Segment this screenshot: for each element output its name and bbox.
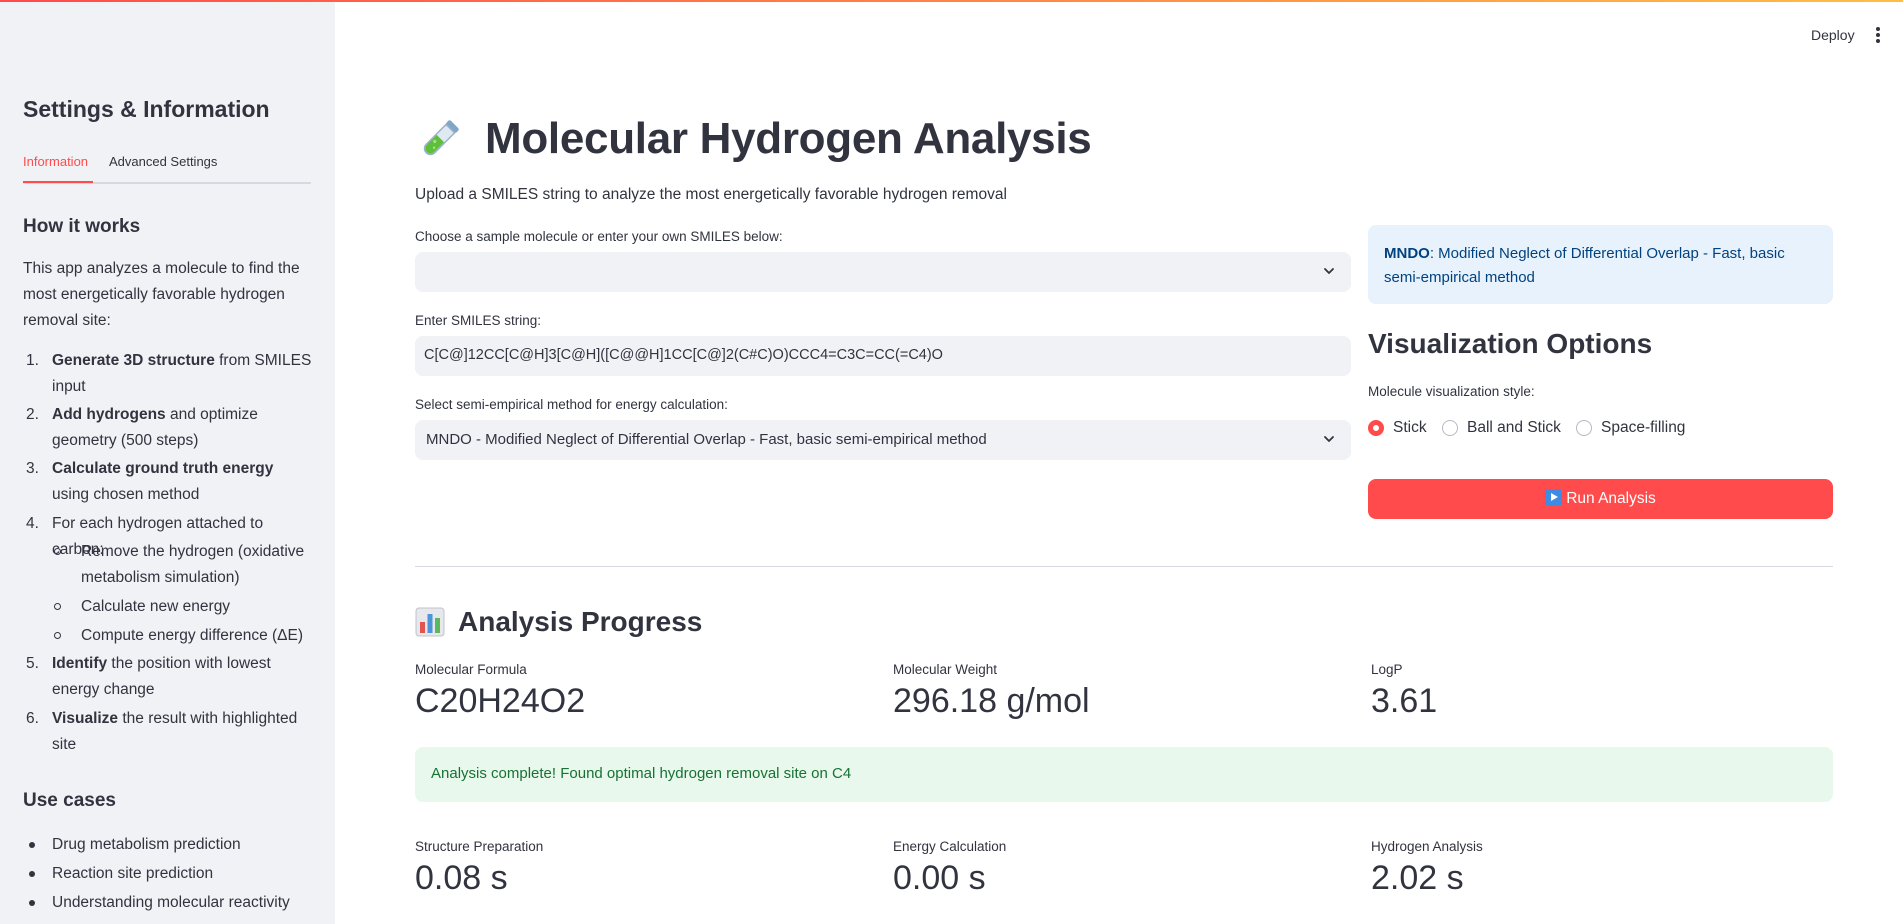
visualization-style-label: Molecule visualization style:: [1368, 384, 1535, 399]
bullet-icon: [54, 548, 61, 555]
how-it-works-heading: How it works: [23, 216, 141, 237]
page-title-text: Molecular Hydrogen Analysis: [485, 114, 1092, 163]
method-info-box: MNDO: Modified Neglect of Differential O…: [1368, 225, 1833, 304]
smiles-input[interactable]: C[C@]12CC[C@H]3[C@H]([C@@H]1CC[C@]2(C#C)…: [415, 336, 1351, 376]
method-select[interactable]: MNDO - Modified Neglect of Differential …: [415, 420, 1351, 460]
sidebar: Settings & Information Information Advan…: [0, 0, 335, 924]
visualization-heading: Visualization Options: [1368, 328, 1653, 359]
tab-information[interactable]: Information: [23, 154, 88, 169]
bullet-icon: [29, 842, 35, 848]
smiles-input-value: C[C@]12CC[C@H]3[C@H]([C@@H]1CC[C@]2(C#C)…: [424, 347, 943, 363]
header-decoration-bar: [0, 0, 1903, 2]
page-subtitle: Upload a SMILES string to analyze the mo…: [415, 186, 1007, 203]
run-analysis-button[interactable]: Run Analysis: [1368, 479, 1833, 519]
play-button-icon: [1545, 489, 1563, 506]
sidebar-title: Settings & Information: [23, 96, 270, 122]
sidebar-tabs: Information Advanced Settings: [23, 150, 311, 184]
smiles-input-label: Enter SMILES string:: [415, 313, 542, 328]
success-alert: Analysis complete! Found optimal hydroge…: [415, 747, 1833, 802]
bullet-icon: [54, 632, 61, 639]
how-it-works-intro: This app analyzes a molecule to find the…: [23, 260, 300, 329]
sample-select-label: Choose a sample molecule or enter your o…: [415, 229, 783, 244]
bullet-icon: [29, 900, 35, 906]
bar-chart-icon: [415, 607, 445, 637]
info-method-name: MNDO: [1384, 245, 1430, 262]
success-message: Analysis complete! Found optimal hydroge…: [431, 765, 852, 782]
radio-unchecked-icon: [1576, 420, 1592, 436]
run-analysis-label: Run Analysis: [1566, 490, 1656, 507]
main-menu-icon[interactable]: [1873, 26, 1883, 44]
chevron-down-icon: [1324, 436, 1334, 442]
method-select-value: MNDO - Modified Neglect of Differential …: [426, 431, 987, 448]
analysis-progress-title: Analysis Progress: [458, 606, 703, 637]
test-tube-icon: [423, 120, 459, 156]
section-divider: [415, 566, 1833, 567]
bullet-icon: [54, 603, 61, 610]
active-tab-indicator: [23, 181, 93, 183]
method-select-label: Select semi-empirical method for energy …: [415, 397, 728, 412]
tab-advanced-settings[interactable]: Advanced Settings: [109, 154, 217, 169]
deploy-button[interactable]: Deploy: [1811, 27, 1855, 43]
info-method-description: : Modified Neglect of Differential Overl…: [1384, 245, 1785, 286]
radio-checked-icon: [1368, 420, 1384, 436]
radio-unchecked-icon: [1442, 420, 1458, 436]
sample-molecule-select[interactable]: [415, 252, 1351, 292]
bullet-icon: [29, 871, 35, 877]
use-cases-heading: Use cases: [23, 790, 116, 811]
chevron-down-icon: [1324, 268, 1334, 274]
